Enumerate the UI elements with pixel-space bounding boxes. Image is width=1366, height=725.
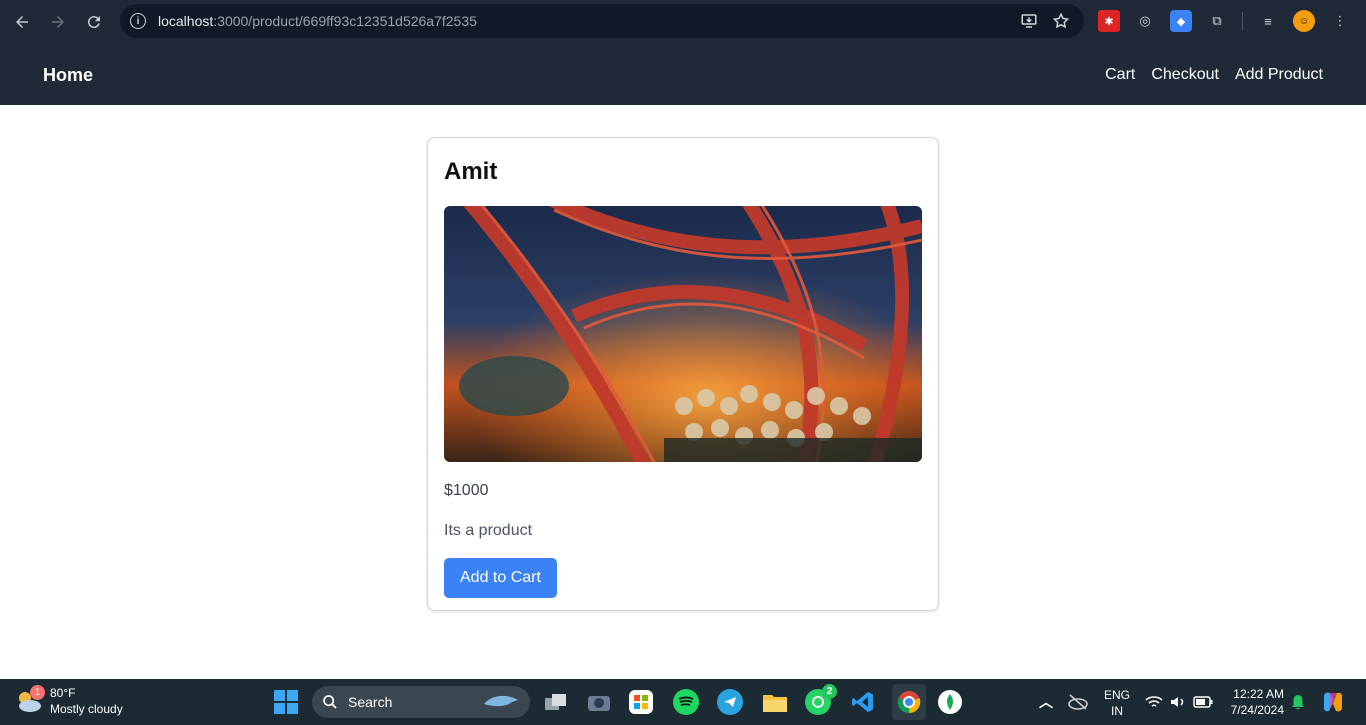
whatsapp-badge: 2 [822,684,837,699]
telegram-app-icon[interactable] [717,689,743,715]
battery-icon[interactable] [1191,688,1215,716]
home-link[interactable]: Home [43,65,93,86]
browser-toolbar: i localhost:3000/product/669ff93c12351d5… [0,0,1366,44]
taskbar-search[interactable]: Search [312,686,530,718]
cart-link[interactable]: Cart [1105,66,1135,84]
nav-links: Cart Checkout Add Product [1105,66,1323,84]
install-app-icon[interactable] [1020,12,1038,30]
bookmark-star-icon[interactable] [1052,12,1070,30]
volume-icon[interactable] [1167,688,1189,716]
back-button[interactable] [4,4,40,40]
windows-start-icon[interactable] [274,690,298,714]
url-host: localhost [158,13,214,29]
address-bar[interactable]: i localhost:3000/product/669ff93c12351d5… [120,4,1084,38]
search-icon [323,695,337,709]
cloud-offline-icon[interactable] [1066,688,1090,716]
add-to-cart-button[interactable]: Add to Cart [444,558,557,598]
url-path: :3000/product/669ff93c12351d526a7f2535 [213,13,477,29]
spotify-app-icon[interactable] [673,689,699,715]
taskbar: 1 80°F Mostly cloudy Search 2 ︿ ENG IN 1… [0,679,1366,725]
dolphin-icon [484,695,518,707]
url-text: localhost:3000/product/669ff93c12351d526… [158,13,477,29]
cloud-sun-icon: 1 [14,685,45,716]
product-title: Amit [444,158,498,185]
lang-top: ENG [1103,688,1130,702]
task-view-icon[interactable] [542,688,570,716]
reload-button[interactable] [76,4,112,40]
chevron-up-icon[interactable]: ︿ [1036,688,1056,716]
lang-bottom: IN [1111,704,1123,718]
weather-desc: Mostly cloudy [50,702,123,716]
add-product-link[interactable]: Add Product [1235,66,1323,84]
extension-red-icon[interactable]: ✱ [1098,10,1120,32]
checkout-link[interactable]: Checkout [1151,66,1219,84]
store-app-icon[interactable] [629,690,653,714]
mongodb-compass-icon[interactable] [938,690,962,714]
notification-bell-icon[interactable] [1288,688,1308,716]
copilot-icon[interactable] [1320,688,1346,716]
vscode-app-icon[interactable] [849,688,877,716]
whatsapp-app-icon[interactable]: 2 [805,684,837,715]
product-image [444,206,922,462]
file-explorer-icon[interactable] [761,688,789,716]
media-controls-icon[interactable]: ≡ [1257,10,1279,32]
taskbar-search-label: Search [348,694,393,710]
site-info-icon[interactable]: i [130,13,146,29]
system-clock[interactable]: 12:22 AM 7/24/2024 [1224,686,1284,718]
camera-app-icon[interactable] [585,688,613,716]
forward-button[interactable] [40,4,76,40]
app-navbar: Home Cart Checkout Add Product [0,44,1366,105]
clock-date: 7/24/2024 [1230,703,1284,717]
weather-badge: 1 [30,685,45,700]
wifi-icon[interactable] [1143,688,1165,716]
weather-widget[interactable]: 1 80°F Mostly cloudy [14,685,123,717]
reload-icon [87,16,100,29]
extension-target-icon[interactable]: ◎ [1134,10,1156,32]
product-description: Its a product [444,522,533,539]
extension-shield-icon[interactable]: ◆ [1170,10,1192,32]
arrow-right-icon [52,16,64,28]
product-card: Amit $1000 Its a product Add to Cart [427,137,939,611]
extensions-puzzle-icon[interactable]: ⧉ [1206,10,1228,32]
profile-avatar[interactable]: ☺ [1293,10,1315,32]
weather-temp: 80°F [50,686,76,700]
chrome-app-icon[interactable] [892,684,926,720]
arrow-left-icon [16,16,28,28]
product-price: $1000 [444,482,489,499]
toolbar-divider [1242,12,1243,30]
clock-time: 12:22 AM [1233,687,1284,701]
menu-kebab-icon[interactable]: ⋮ [1329,10,1351,32]
language-indicator[interactable]: ENG IN [1100,687,1134,719]
